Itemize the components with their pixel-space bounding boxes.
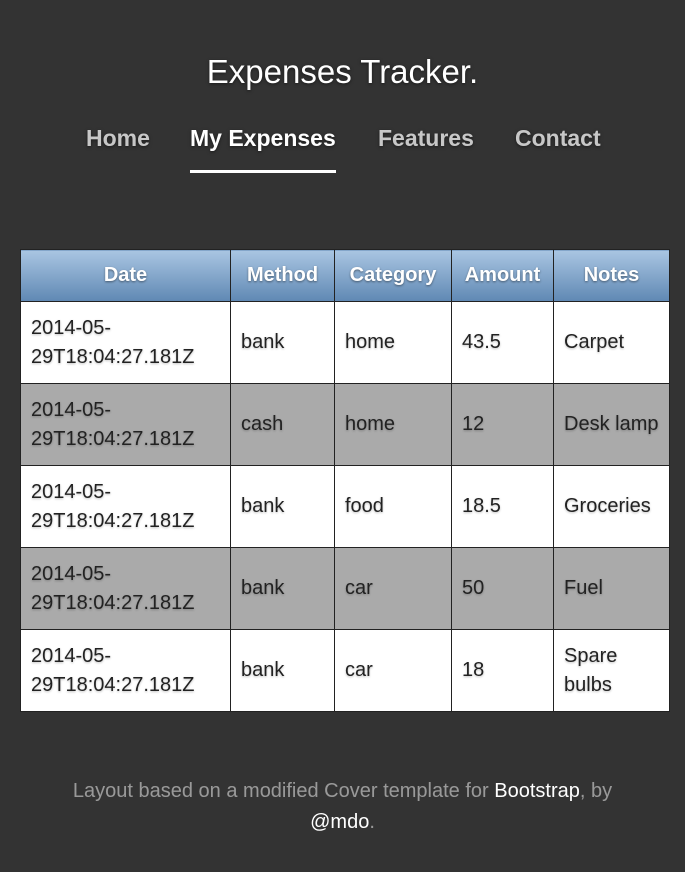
- notes-cell: Desk lamp: [553, 383, 670, 466]
- column-header-date[interactable]: Date: [20, 249, 231, 302]
- date-cell: 2014-05-29T18:04:27.181Z: [20, 547, 231, 630]
- column-header-notes[interactable]: Notes: [553, 249, 670, 302]
- column-header-category[interactable]: Category: [334, 249, 452, 302]
- amount-cell: 18.5: [451, 465, 554, 548]
- nav-home-link[interactable]: Home: [86, 122, 150, 173]
- table-row: 2014-05-29T18:04:27.181Z bank food 18.5 …: [20, 465, 670, 548]
- notes-cell: Groceries: [553, 465, 670, 548]
- method-cell: bank: [230, 301, 335, 384]
- site-title: Expenses Tracker.: [206, 53, 479, 90]
- category-cell: home: [334, 301, 452, 384]
- footer-text: Layout based on a modified Cover templat…: [72, 780, 495, 802]
- nav-my-expenses-link[interactable]: My Expenses: [190, 122, 336, 173]
- category-cell: car: [334, 547, 452, 630]
- footer-text-end: .: [369, 811, 375, 833]
- date-cell: 2014-05-29T18:04:27.181Z: [20, 465, 231, 548]
- method-cell: cash: [230, 383, 335, 466]
- table-row: 2014-05-29T18:04:27.181Z bank home 43.5 …: [20, 301, 670, 384]
- table-row: 2014-05-29T18:04:27.181Z bank car 50 Fue…: [20, 547, 670, 630]
- amount-cell: 12: [451, 383, 554, 466]
- expenses-table: Date Method Category Amount Notes 2014-0…: [20, 249, 670, 712]
- table-row: 2014-05-29T18:04:27.181Z cash home 12 De…: [20, 383, 670, 466]
- main-nav: Home My Expenses Features Contact: [0, 122, 685, 178]
- bootstrap-link[interactable]: Bootstrap: [494, 780, 580, 802]
- date-cell: 2014-05-29T18:04:27.181Z: [20, 383, 231, 466]
- column-header-method[interactable]: Method: [230, 249, 335, 302]
- method-cell: bank: [230, 629, 335, 712]
- category-cell: car: [334, 629, 452, 712]
- table-row: 2014-05-29T18:04:27.181Z bank car 18 Spa…: [20, 629, 670, 712]
- method-cell: bank: [230, 465, 335, 548]
- footer-text-middle: , by: [579, 780, 613, 802]
- amount-cell: 43.5: [451, 301, 554, 384]
- method-cell: bank: [230, 547, 335, 630]
- nav-features-link[interactable]: Features: [378, 122, 474, 173]
- date-cell: 2014-05-29T18:04:27.181Z: [20, 301, 231, 384]
- notes-cell: Spare bulbs: [553, 629, 670, 712]
- date-cell: 2014-05-29T18:04:27.181Z: [20, 629, 231, 712]
- amount-cell: 50: [451, 547, 554, 630]
- nav-contact-link[interactable]: Contact: [515, 122, 601, 173]
- footer: Layout based on a modified Cover templat…: [40, 776, 645, 838]
- author-link[interactable]: @mdo: [310, 811, 369, 833]
- table-header-row: Date Method Category Amount Notes: [20, 249, 670, 302]
- column-header-amount[interactable]: Amount: [451, 249, 554, 302]
- amount-cell: 18: [451, 629, 554, 712]
- notes-cell: Carpet: [553, 301, 670, 384]
- notes-cell: Fuel: [553, 547, 670, 630]
- category-cell: home: [334, 383, 452, 466]
- category-cell: food: [334, 465, 452, 548]
